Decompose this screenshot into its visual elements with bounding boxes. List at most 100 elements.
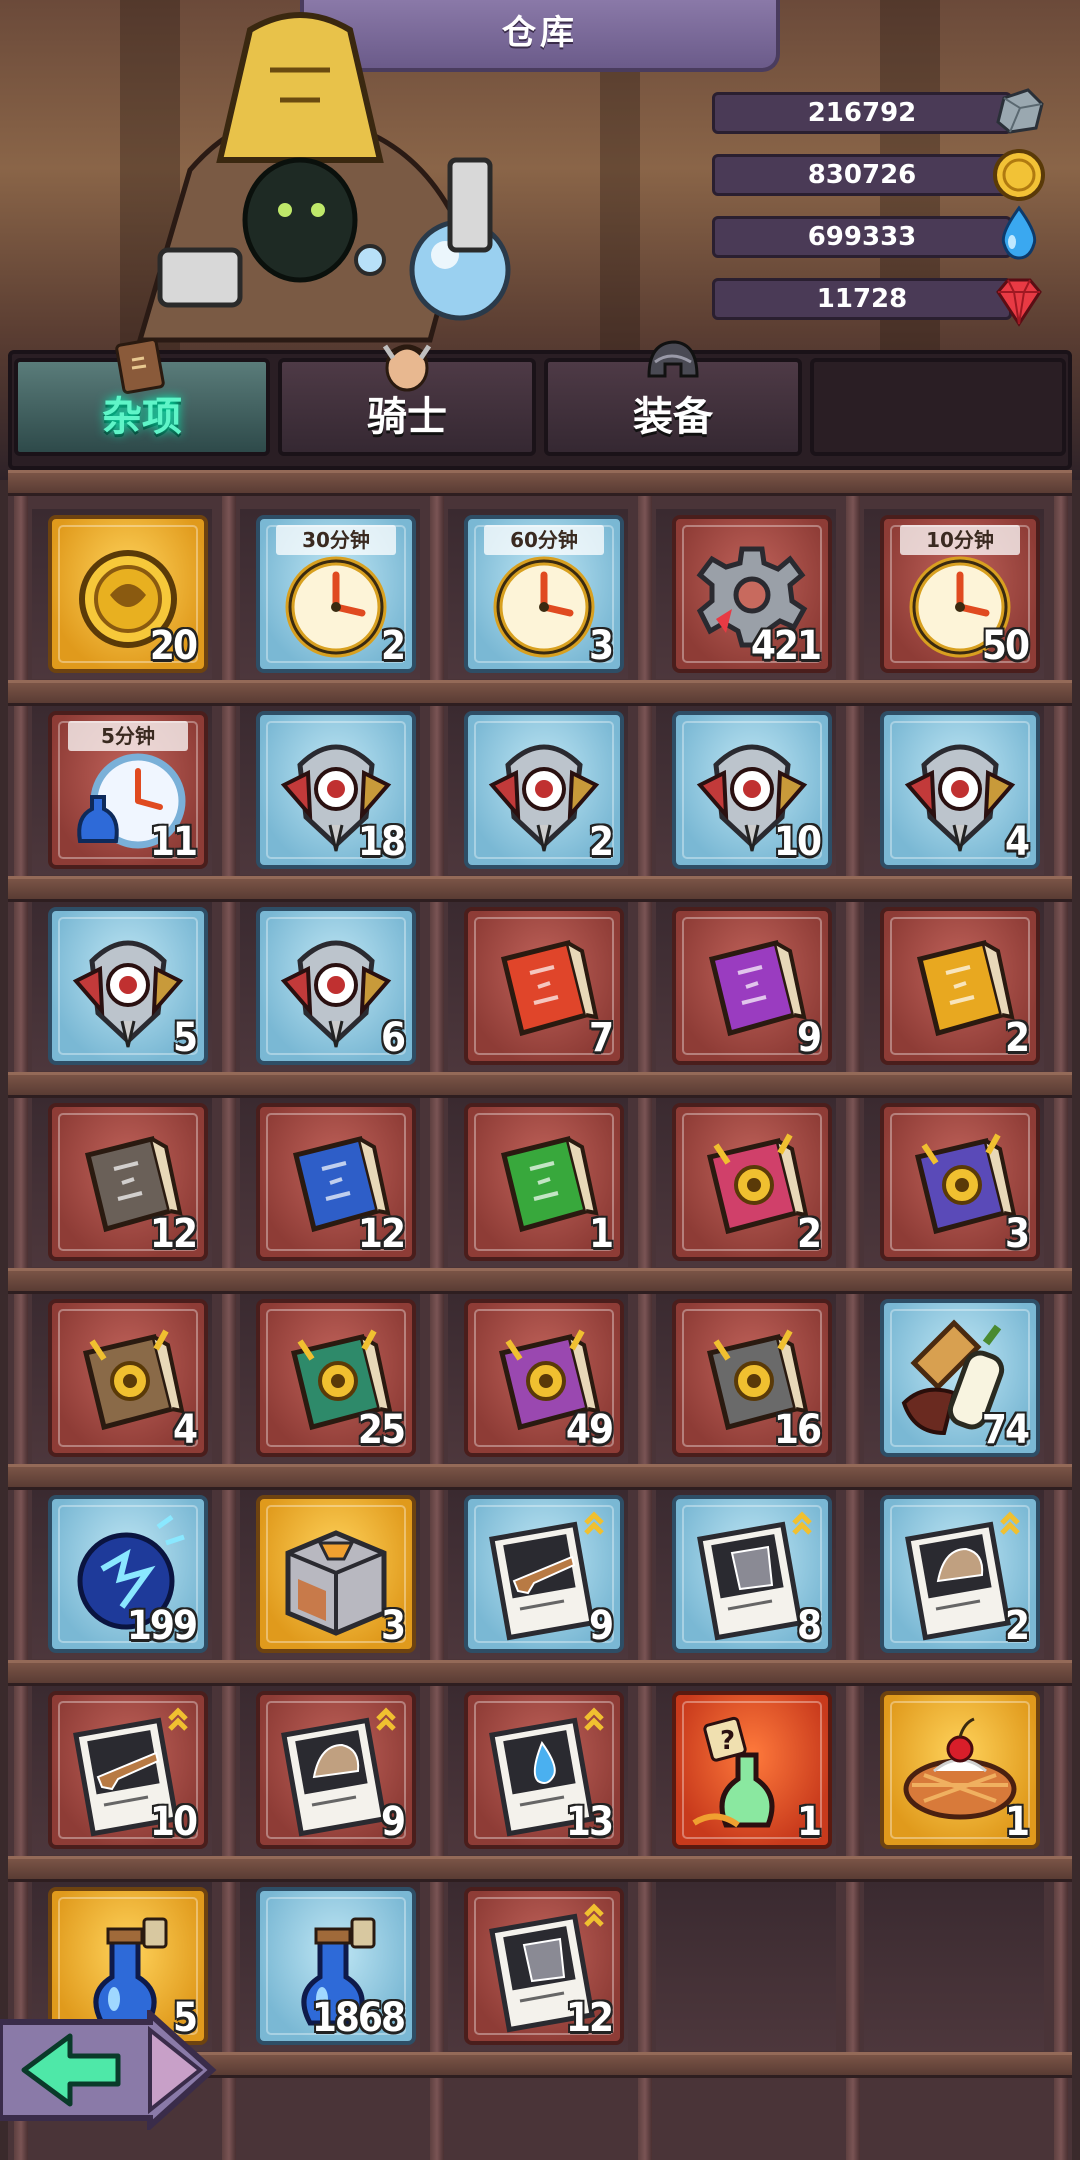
inventory-item-slot[interactable]: 4	[48, 1299, 208, 1457]
tab-equipment[interactable]: 装备	[544, 340, 802, 456]
inventory-item-slot[interactable]: 199	[48, 1495, 208, 1653]
inventory-item-slot[interactable]: 5分钟 11	[48, 711, 208, 869]
item-count: 6	[380, 1015, 406, 1061]
inventory-item-slot[interactable]: 20	[48, 515, 208, 673]
shelf-plank	[8, 1072, 1072, 1098]
item-count: 12	[565, 1995, 614, 2041]
item-count: 7	[588, 1015, 614, 1061]
item-count: 4	[1004, 819, 1030, 865]
item-count: 3	[1004, 1211, 1030, 1257]
item-count: 9	[588, 1603, 614, 1649]
inventory-item-slot[interactable]: 49	[464, 1299, 624, 1457]
item-count: 3	[380, 1603, 406, 1649]
inventory-item-slot[interactable]: 9	[464, 1495, 624, 1653]
inventory-item-slot[interactable]: 12	[256, 1103, 416, 1261]
item-count: 1	[796, 1799, 822, 1845]
tab-misc[interactable]: 杂项	[14, 338, 270, 456]
inventory-item-slot[interactable]: 7	[464, 907, 624, 1065]
item-count: 3	[588, 623, 614, 669]
shelf-post	[1054, 470, 1068, 2160]
shelf-post	[846, 470, 860, 2160]
shelf-post	[14, 470, 28, 2160]
tab-misc-label: 杂项	[102, 394, 182, 440]
inventory-item-slot[interactable]: 5	[48, 907, 208, 1065]
inventory-item-slot[interactable]: 10	[672, 711, 832, 869]
item-count: 25	[357, 1407, 406, 1453]
item-count: 74	[981, 1407, 1030, 1453]
inventory-item-slot[interactable]: 2	[880, 907, 1040, 1065]
inventory-item-slot[interactable]: 16	[672, 1299, 832, 1457]
shelf-plank	[8, 680, 1072, 706]
inventory-item-slot[interactable]: 74	[880, 1299, 1040, 1457]
item-count: 2	[1004, 1015, 1030, 1061]
shelf-cubby	[864, 1881, 1044, 2051]
inventory-item-slot[interactable]: 12	[48, 1103, 208, 1261]
item-duration-label: 10分钟	[900, 525, 1020, 555]
shelf-plank	[8, 470, 1072, 496]
item-duration-label: 60分钟	[484, 525, 604, 555]
item-duration-label: 30分钟	[276, 525, 396, 555]
shelf-plank	[8, 1268, 1072, 1294]
hero-character-image	[136, 12, 511, 343]
item-count: 12	[149, 1211, 198, 1257]
item-count: 16	[773, 1407, 822, 1453]
item-count: 199	[126, 1603, 198, 1649]
inventory-item-slot[interactable]: 9	[672, 907, 832, 1065]
inventory-item-slot[interactable]: 2	[464, 711, 624, 869]
inventory-item-slot[interactable]: ? 1	[672, 1691, 832, 1849]
tab-knights[interactable]: 骑士	[278, 344, 536, 456]
inventory-item-slot[interactable]: 421	[672, 515, 832, 673]
shelf-cubby	[656, 1881, 836, 2051]
resource-stone-counter: 216792	[712, 92, 1012, 134]
inventory-item-slot[interactable]: 8	[672, 1495, 832, 1653]
item-count: 2	[796, 1211, 822, 1257]
inventory-item-slot[interactable]: 6	[256, 907, 416, 1065]
inventory-item-slot[interactable]: 30分钟 2	[256, 515, 416, 673]
inventory-item-slot[interactable]: 18	[256, 711, 416, 869]
inventory-item-slot[interactable]: 1	[880, 1691, 1040, 1849]
shelf-post	[430, 470, 444, 2160]
inventory-item-slot[interactable]: 3	[880, 1103, 1040, 1261]
item-count: 13	[565, 1799, 614, 1845]
inventory-item-slot[interactable]: 4	[880, 711, 1040, 869]
item-count: 9	[796, 1015, 822, 1061]
tab-equipment-label: 装备	[633, 394, 713, 440]
item-count: 2	[1004, 1603, 1030, 1649]
inventory-item-slot[interactable]: 1	[464, 1103, 624, 1261]
water-drop-icon	[1001, 205, 1037, 260]
ruby-gem-icon	[996, 278, 1042, 327]
resource-water-counter: 699333	[712, 216, 1012, 258]
inventory-item-slot[interactable]: 10	[48, 1691, 208, 1849]
svg-text:?: ?	[720, 1726, 735, 1756]
tab-knights-label: 骑士	[367, 394, 447, 440]
inventory-item-slot[interactable]: 3	[256, 1495, 416, 1653]
item-count: 421	[750, 623, 822, 669]
stone-icon	[996, 88, 1044, 134]
inventory-item-slot[interactable]: 13	[464, 1691, 624, 1849]
inventory-item-slot[interactable]: 10分钟 50	[880, 515, 1040, 673]
inventory-item-slot[interactable]: 9	[256, 1691, 416, 1849]
item-count: 50	[981, 623, 1030, 669]
gold-coin-icon	[993, 149, 1045, 201]
item-count: 18	[357, 819, 406, 865]
inventory-item-slot[interactable]: 12	[464, 1887, 624, 2045]
item-count: 1	[588, 1211, 614, 1257]
shelf-plank	[8, 1660, 1072, 1686]
inventory-item-slot[interactable]: 2	[880, 1495, 1040, 1653]
resource-gold-counter: 830726	[712, 154, 1012, 196]
inventory-item-slot[interactable]: 2	[672, 1103, 832, 1261]
shelf-post	[638, 470, 652, 2160]
shelf-plank	[8, 876, 1072, 902]
item-count: 11	[149, 819, 198, 865]
tab-empty	[810, 358, 1066, 456]
inventory-item-slot[interactable]: 1868	[256, 1887, 416, 2045]
item-count: 12	[357, 1211, 406, 1257]
inventory-item-slot[interactable]: 25	[256, 1299, 416, 1457]
item-count: 5	[172, 1015, 198, 1061]
resource-gem-counter: 11728	[712, 278, 1012, 320]
back-button[interactable]	[0, 2010, 220, 2130]
item-duration-label: 5分钟	[68, 721, 188, 751]
item-count: 49	[565, 1407, 614, 1453]
inventory-item-slot[interactable]: 60分钟 3	[464, 515, 624, 673]
item-count: 4	[172, 1407, 198, 1453]
